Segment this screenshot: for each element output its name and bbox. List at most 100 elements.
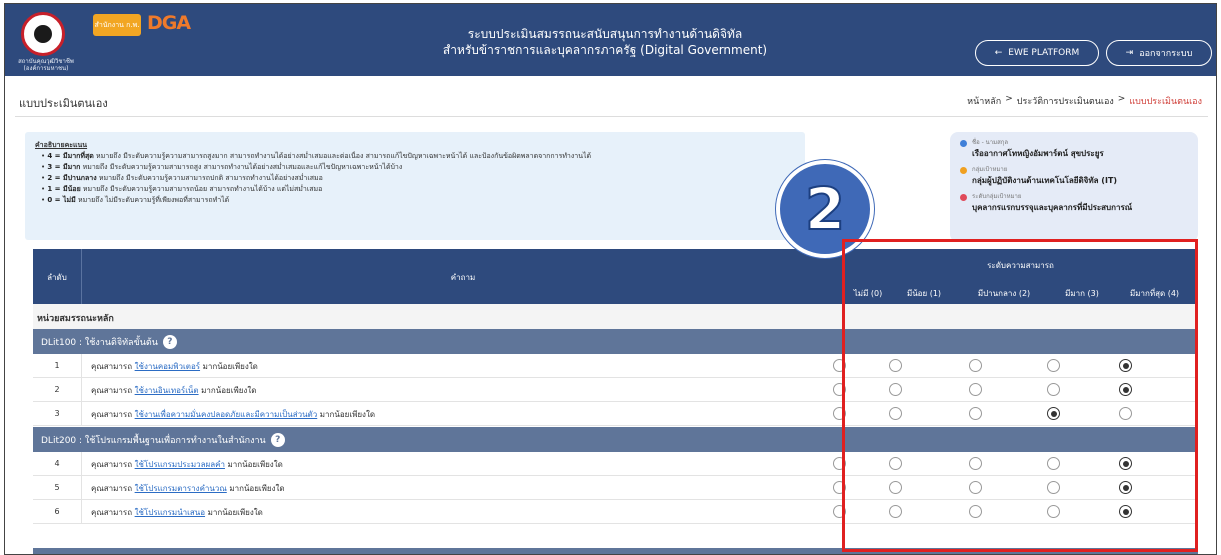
dga-logo-text: DGA	[147, 12, 191, 34]
legend-key: 1 = มีน้อย	[47, 185, 81, 193]
score-radio-1[interactable]	[889, 481, 902, 494]
question-prefix: คุณสามารถ	[91, 484, 133, 493]
help-icon[interactable]: ?	[162, 334, 177, 349]
question-prefix: คุณสามารถ	[91, 362, 133, 371]
score-radio-2[interactable]	[969, 505, 982, 518]
dot-icon	[960, 140, 967, 147]
question-prefix: คุณสามารถ	[91, 386, 133, 395]
question-suffix: มากน้อยเพียงใด	[207, 508, 263, 517]
section-row: หน่วยสมรรถนะหลัก	[33, 304, 1198, 329]
row-divider	[81, 452, 82, 475]
column-question: คำถาม	[450, 273, 476, 282]
score-radio-3[interactable]	[1047, 359, 1060, 372]
score-radio-4[interactable]	[1119, 457, 1132, 470]
row-divider	[81, 476, 82, 499]
legend-item: • 3 = มีมาก หมายถึง มีระดับความรู้ความสา…	[41, 163, 403, 171]
option-header-2: มีปานกลาง (2)	[977, 289, 1031, 298]
question-topic-link[interactable]: ใช้งานอินเทอร์เน็ต	[135, 386, 199, 395]
question-text: คุณสามารถ ใช้งานเพื่อความมั่นคงปลอดภัยแล…	[91, 408, 375, 421]
score-radio-1[interactable]	[889, 457, 902, 470]
question-topic-link[interactable]: ใช้งานคอมพิวเตอร์	[135, 362, 200, 371]
question-number: 6	[54, 507, 60, 516]
question-suffix: มากน้อยเพียงใด	[202, 362, 258, 371]
logout-icon: ⇥	[1125, 48, 1134, 58]
score-radio-1[interactable]	[889, 505, 902, 518]
breadcrumb-separator: >	[1005, 94, 1013, 104]
score-radio-4[interactable]	[1119, 481, 1132, 494]
option-header-1: มีน้อย (1)	[906, 289, 942, 298]
question-prefix: คุณสามารถ	[91, 460, 133, 469]
score-radio-4[interactable]	[1119, 359, 1132, 372]
score-radio-2[interactable]	[969, 457, 982, 470]
breadcrumb-home[interactable]: หน้าหลัก	[967, 94, 1001, 108]
score-radio-4[interactable]	[1119, 383, 1132, 396]
option-header-3: มีมาก (3)	[1065, 289, 1099, 298]
section-title: หน่วยสมรรถนะหลัก	[37, 314, 114, 324]
legend-item: • 0 = ไม่มี หมายถึง ไม่มีระดับความรู้ที่…	[41, 196, 230, 204]
profile-name-label: ชื่อ - นามสกุล	[972, 139, 1009, 146]
legend-key: 0 = ไม่มี	[47, 196, 76, 204]
legend-desc: หมายถึง มีระดับความรู้ความสามารถน้อย สาม…	[82, 185, 323, 193]
score-radio-0[interactable]	[833, 407, 846, 420]
score-radio-2[interactable]	[969, 359, 982, 372]
question-number: 2	[54, 385, 60, 394]
score-radio-0[interactable]	[833, 481, 846, 494]
question-number: 3	[54, 409, 60, 418]
score-radio-3[interactable]	[1047, 407, 1060, 420]
dot-icon	[960, 194, 967, 201]
score-radio-0[interactable]	[833, 383, 846, 396]
legend-key: 3 = มีมาก	[47, 163, 81, 171]
profile-group-row: กลุ่มเป้าหมาย กลุ่มผู้ปฏิบัติงานด้านเทคโ…	[960, 165, 1188, 187]
score-radio-0[interactable]	[833, 457, 846, 470]
row-divider	[81, 378, 82, 401]
legend-desc: หมายถึง มีระดับความรู้ความสามารถสูง สามา…	[82, 163, 403, 171]
question-suffix: มากน้อยเพียงใด	[319, 410, 376, 419]
profile-group: กลุ่มผู้ปฏิบัติงานด้านเทคโนโลยีดิจิทัล (…	[972, 176, 1118, 185]
table-header: ลำดับ คำถาม ระดับความสามารถ ไม่มี (0) มี…	[33, 249, 1198, 304]
question-row: 5 คุณสามารถ ใช้โปรแกรมตารางคำนวณ มากน้อยเ…	[33, 476, 1198, 500]
score-radio-3[interactable]	[1047, 457, 1060, 470]
breadcrumb-current: แบบประเมินตนเอง	[1129, 97, 1202, 107]
score-radio-1[interactable]	[889, 407, 902, 420]
logout-label: ออกจากระบบ	[1139, 49, 1193, 59]
score-radio-4[interactable]	[1119, 407, 1132, 420]
score-radio-3[interactable]	[1047, 505, 1060, 518]
breadcrumb: หน้าหลัก > ประวัติการประเมินตนเอง > แบบป…	[967, 94, 1202, 108]
row-divider	[81, 402, 82, 425]
score-radio-0[interactable]	[833, 505, 846, 518]
profile-level: บุคลากรแรกบรรจุและบุคลากรที่มีประสบการณ์	[972, 203, 1133, 212]
group-title: DLit200 : ใช้โปรแกรมพื้นฐานเพื่อการทำงาน…	[41, 435, 266, 446]
legend-item: • 4 = มีมากที่สุด หมายถึง มีระดับความรู้…	[41, 152, 592, 160]
score-radio-4[interactable]	[1119, 505, 1132, 518]
legend-heading: คำอธิบายคะแนน	[35, 141, 88, 149]
question-prefix: คุณสามารถ	[91, 508, 133, 517]
question-suffix: มากน้อยเพียงใด	[229, 484, 285, 493]
logout-button[interactable]: ⇥ ออกจากระบบ	[1106, 40, 1212, 66]
score-radio-0[interactable]	[833, 359, 846, 372]
score-radio-1[interactable]	[889, 359, 902, 372]
tpqi-logo	[21, 12, 65, 56]
score-radio-1[interactable]	[889, 383, 902, 396]
profile-group-label: กลุ่มเป้าหมาย	[972, 166, 1008, 173]
option-header-4: มีมากที่สุด (4)	[1129, 289, 1180, 298]
score-radio-2[interactable]	[969, 481, 982, 494]
help-icon[interactable]: ?	[270, 432, 285, 447]
score-radio-2[interactable]	[969, 407, 982, 420]
profile-name-row: ชื่อ - นามสกุล เรืออากาศโทหญิงอัมพาร์ตน์…	[960, 138, 1188, 160]
question-topic-link[interactable]: ใช้โปรแกรมนำเสนอ	[135, 508, 205, 517]
divider	[15, 116, 1208, 117]
column-divider	[81, 249, 82, 304]
page-title: แบบประเมินตนเอง	[19, 97, 108, 110]
question-row: 1 คุณสามารถ ใช้งานคอมพิวเตอร์ มากน้อยเพีย…	[33, 354, 1198, 378]
score-radio-3[interactable]	[1047, 383, 1060, 396]
question-topic-link[interactable]: ใช้งานเพื่อความมั่นคงปลอดภัยและมีความเป็…	[135, 410, 318, 419]
question-topic-link[interactable]: ใช้โปรแกรมประมวลผลคำ	[135, 460, 225, 469]
breadcrumb-history[interactable]: ประวัติการประเมินตนเอง	[1017, 94, 1114, 108]
question-number: 4	[54, 459, 60, 468]
question-number: 1	[54, 361, 60, 370]
question-row: 3 คุณสามารถ ใช้งานเพื่อความมั่นคงปลอดภัยแ…	[33, 402, 1198, 426]
question-topic-link[interactable]: ใช้โปรแกรมตารางคำนวณ	[135, 484, 227, 493]
ewe-platform-button[interactable]: ← EWE PLATFORM	[975, 40, 1099, 66]
score-radio-3[interactable]	[1047, 481, 1060, 494]
score-radio-2[interactable]	[969, 383, 982, 396]
